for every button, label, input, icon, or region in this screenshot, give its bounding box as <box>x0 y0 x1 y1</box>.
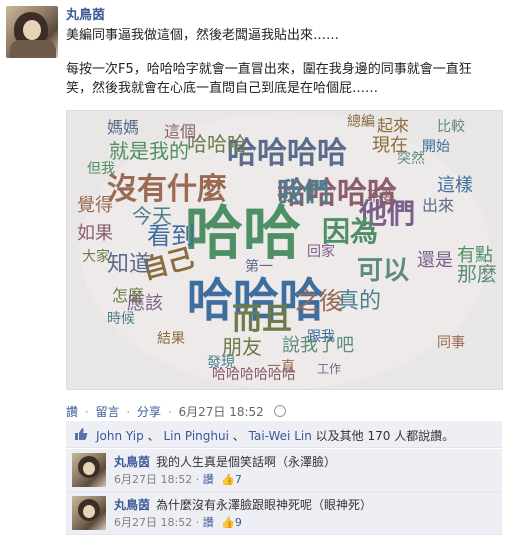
globe-icon <box>273 405 286 417</box>
comment-text: 我的人生真是個笑話啊（永澤臉） <box>156 455 337 469</box>
cloud-word: 回家 <box>307 243 335 260</box>
cloud-word: 我們 <box>277 178 329 208</box>
word-cloud: 哈哈 哈哈哈 哈哈哈哈 哈哈哈哈 哈哈哈 沒有什麼 我們 他們 可以 自己 因為 看到 知道 如果 而且 之後… <box>67 111 502 389</box>
dot-separator: · <box>195 473 200 486</box>
cloud-word: 跟我 <box>307 329 335 345</box>
cloud-word: 怎麼 <box>112 286 144 305</box>
avatar-body <box>10 40 56 58</box>
cloud-word: 這樣 <box>437 175 473 196</box>
likes-tail[interactable]: 以及其他 170 人都說讚。 <box>316 429 455 443</box>
comment-link[interactable]: 留言 <box>96 405 120 419</box>
cloud-word: 起來 <box>377 116 409 135</box>
comment-item: 丸鳥茵 我的人生真是個笑話啊（永澤臉） 6月27日 18:52 · 讚 👍7 <box>66 449 502 492</box>
comment-meta: 6月27日 18:52 · 讚 👍7 <box>114 471 242 487</box>
cloud-word: 出來 <box>422 196 454 215</box>
share-link[interactable]: 分享 <box>137 405 161 419</box>
cloud-word: 就是我的 <box>109 139 189 163</box>
comment-item: 丸鳥茵 為什麼沒有永澤臉跟眼神死呢（眼神死） 6月27日 18:52 · 讚 👍9 <box>66 492 502 535</box>
cloud-word: 還是 <box>417 250 453 271</box>
cloud-word: 發現 <box>207 355 235 371</box>
comment-avatar[interactable] <box>72 453 106 487</box>
cloud-word: 覺得 <box>77 195 113 216</box>
cloud-word: 今天 <box>132 204 172 228</box>
cloud-word: 總編 <box>347 113 375 130</box>
cloud-word: 第一 <box>245 258 273 275</box>
comment-date[interactable]: 6月27日 18:52 <box>114 473 192 486</box>
liker-separator: 、 <box>232 429 245 443</box>
cloud-word: 一直 <box>267 358 295 375</box>
avatar-face <box>83 505 95 518</box>
comment-date[interactable]: 6月27日 18:52 <box>114 516 192 529</box>
cloud-word: 同事 <box>437 335 465 351</box>
comment-like-link[interactable]: 讚 <box>203 516 214 529</box>
cloud-word: 這個 <box>164 122 196 141</box>
post-text-paragraph: 每按一次F5，哈哈哈字就會一直冒出來，圍在我身邊的同事就會一直狂笑，然後我就會在… <box>66 62 472 96</box>
cloud-word: 媽媽 <box>107 118 139 137</box>
cloud-word: 不要 <box>367 189 395 205</box>
dot-separator: · <box>195 516 200 529</box>
cloud-word: 大家 <box>82 248 110 265</box>
cloud-word: 時候 <box>107 311 135 327</box>
comment-author[interactable]: 丸鳥茵 為什麼沒有永澤臉跟眼神死呢（眼神死） <box>114 496 372 513</box>
cloud-word: 有點 <box>457 245 493 266</box>
cloud-word: 之後 <box>295 287 343 315</box>
cloud-word: 可以 <box>357 256 409 286</box>
comment-like-count[interactable]: 7 <box>235 473 242 486</box>
cloud-word: 結果 <box>157 331 185 347</box>
post-photo[interactable]: 哈哈 哈哈哈 哈哈哈哈 哈哈哈哈 哈哈哈 沒有什麼 我們 他們 可以 自己 因為 看到 知道 如果 而且 之後… <box>66 110 503 390</box>
avatar-face <box>83 462 95 475</box>
comment-author-name[interactable]: 丸鳥茵 <box>114 455 150 469</box>
liker-john-yip[interactable]: John Yip <box>96 429 144 443</box>
cloud-word: 突然 <box>397 150 425 167</box>
cloud-word: 知道 <box>107 252 151 277</box>
dot-separator: · <box>126 405 131 419</box>
cloud-word: 沒有什麼 <box>107 172 227 207</box>
avatar-face <box>23 20 41 40</box>
liker-tai-wei-lin[interactable]: Tai-Wei Lin <box>249 429 312 443</box>
comment-like-count[interactable]: 9 <box>235 516 242 529</box>
cloud-word: 比較 <box>437 119 465 135</box>
post-author[interactable]: 丸鳥茵 <box>66 4 105 23</box>
comment-thumbs-up-icon: 👍 <box>221 516 235 529</box>
word-cloud-svg: 哈哈哈哈哈哈哈哈哈哈哈哈哈哈哈哈沒有什麼 我們他們可以自己因為看到知道如果而且之後… <box>77 113 497 389</box>
likes-summary: John Yip 、 Lin Pinghui 、 Tai-Wei Lin 以及其… <box>66 421 502 448</box>
post-actions: 讚 · 留言 · 分享 · 6月27日 18:52 <box>66 403 286 420</box>
liker-lin-pinghui[interactable]: Lin Pinghui <box>163 429 229 443</box>
liker-separator: 、 <box>147 429 160 443</box>
thumbs-up-icon <box>75 428 88 440</box>
comment-author[interactable]: 丸鳥茵 我的人生真是個笑話啊（永澤臉） <box>114 453 336 470</box>
cloud-word: 開始 <box>422 139 450 155</box>
dot-separator: · <box>167 405 172 419</box>
author-avatar[interactable] <box>6 6 58 58</box>
post-text-line1: 美編同事逼我做這個，然後老闆逼我貼出來…… <box>66 28 340 43</box>
post-date[interactable]: 6月27日 18:52 <box>179 405 264 419</box>
comment-like-link[interactable]: 讚 <box>203 473 214 486</box>
comment-thumbs-up-icon: 👍 <box>221 473 235 486</box>
like-link[interactable]: 讚 <box>66 405 78 419</box>
cloud-word: 工作 <box>317 362 341 376</box>
cloud-word: 但我 <box>87 161 115 177</box>
comment-meta: 6月27日 18:52 · 讚 👍9 <box>114 514 242 530</box>
cloud-word: 而且 <box>232 302 292 337</box>
cloud-word: 如果 <box>77 223 113 244</box>
cloud-word: 真的 <box>337 289 381 314</box>
comment-author-name[interactable]: 丸鳥茵 <box>114 498 150 512</box>
dot-separator: · <box>84 405 89 419</box>
comment-text: 為什麼沒有永澤臉跟眼神死呢（眼神死） <box>156 498 373 512</box>
comment-avatar[interactable] <box>72 496 106 530</box>
